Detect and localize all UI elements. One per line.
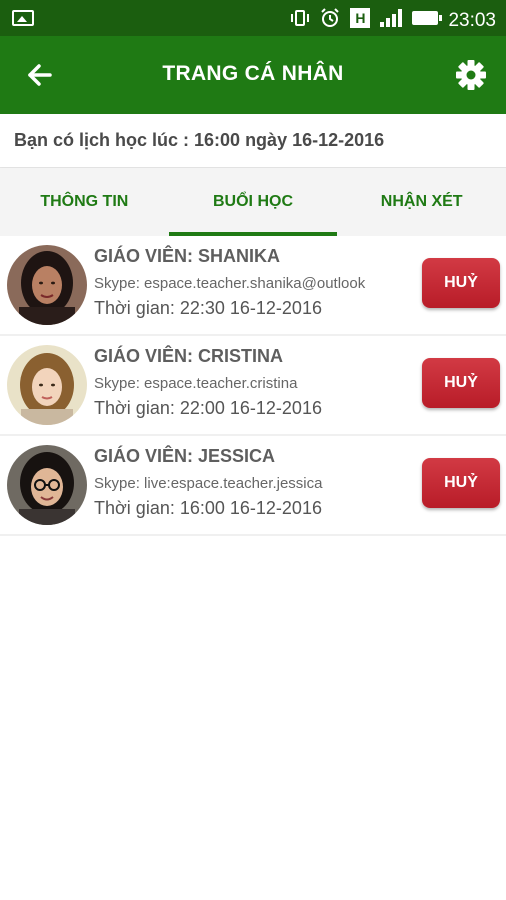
tab-nhan-xet[interactable]: NHẬN XÉT	[337, 168, 506, 236]
list-item: GIÁO VIÊN: SHANIKA Skype: espace.teacher…	[0, 236, 506, 336]
signal-icon	[380, 9, 403, 27]
cancel-button[interactable]: HUỶ	[422, 258, 500, 308]
battery-icon	[412, 11, 443, 25]
session-info: GIÁO VIÊN: SHANIKA Skype: espace.teacher…	[94, 246, 422, 319]
teacher-skype: Skype: espace.teacher.cristina	[94, 375, 298, 392]
teacher-name: GIÁO VIÊN: SHANIKA	[94, 246, 281, 266]
alarm-icon	[320, 8, 340, 28]
cancel-button[interactable]: HUỶ	[422, 458, 500, 508]
status-bar-right: H 23:03	[290, 0, 496, 36]
avatar	[7, 245, 87, 325]
tab-bar: THÔNG TIN BUỔI HỌC NHẬN XÉT	[0, 168, 506, 236]
session-time: Thời gian: 22:00 16-12-2016	[94, 398, 322, 418]
teacher-skype: Skype: live:espace.teacher.jessica	[94, 475, 323, 492]
avatar	[7, 445, 87, 525]
teacher-name: GIÁO VIÊN: JESSICA	[94, 446, 276, 466]
tab-buoi-hoc[interactable]: BUỔI HỌC	[168, 168, 338, 236]
teacher-name: GIÁO VIÊN: CRISTINA	[94, 346, 284, 366]
status-bar: H 23:03	[0, 0, 506, 36]
cancel-button[interactable]: HUỶ	[422, 358, 500, 408]
app-bar: TRANG CÁ NHÂN	[0, 36, 506, 114]
network-h-icon: H	[350, 8, 371, 28]
session-time: Thời gian: 16:00 16-12-2016	[94, 498, 322, 518]
list-item: GIÁO VIÊN: CRISTINA Skype: espace.teache…	[0, 336, 506, 436]
session-list: GIÁO VIÊN: SHANIKA Skype: espace.teacher…	[0, 236, 506, 536]
status-time: 23:03	[448, 10, 496, 31]
session-time: Thời gian: 22:30 16-12-2016	[94, 298, 322, 318]
tab-thong-tin[interactable]: THÔNG TIN	[0, 168, 169, 236]
session-info: GIÁO VIÊN: CRISTINA Skype: espace.teache…	[94, 346, 422, 419]
vibrate-icon	[290, 8, 310, 28]
teacher-skype: Skype: espace.teacher.shanika@outlook	[94, 275, 366, 292]
schedule-notice: Bạn có lịch học lúc : 16:00 ngày 16-12-2…	[0, 114, 506, 168]
list-item: GIÁO VIÊN: JESSICA Skype: live:espace.te…	[0, 436, 506, 536]
session-info: GIÁO VIÊN: JESSICA Skype: live:espace.te…	[94, 446, 422, 519]
gallery-notification-icon	[12, 10, 34, 26]
page-title: TRANG CÁ NHÂN	[162, 62, 344, 85]
avatar	[7, 345, 87, 425]
gear-icon[interactable]	[454, 58, 488, 92]
